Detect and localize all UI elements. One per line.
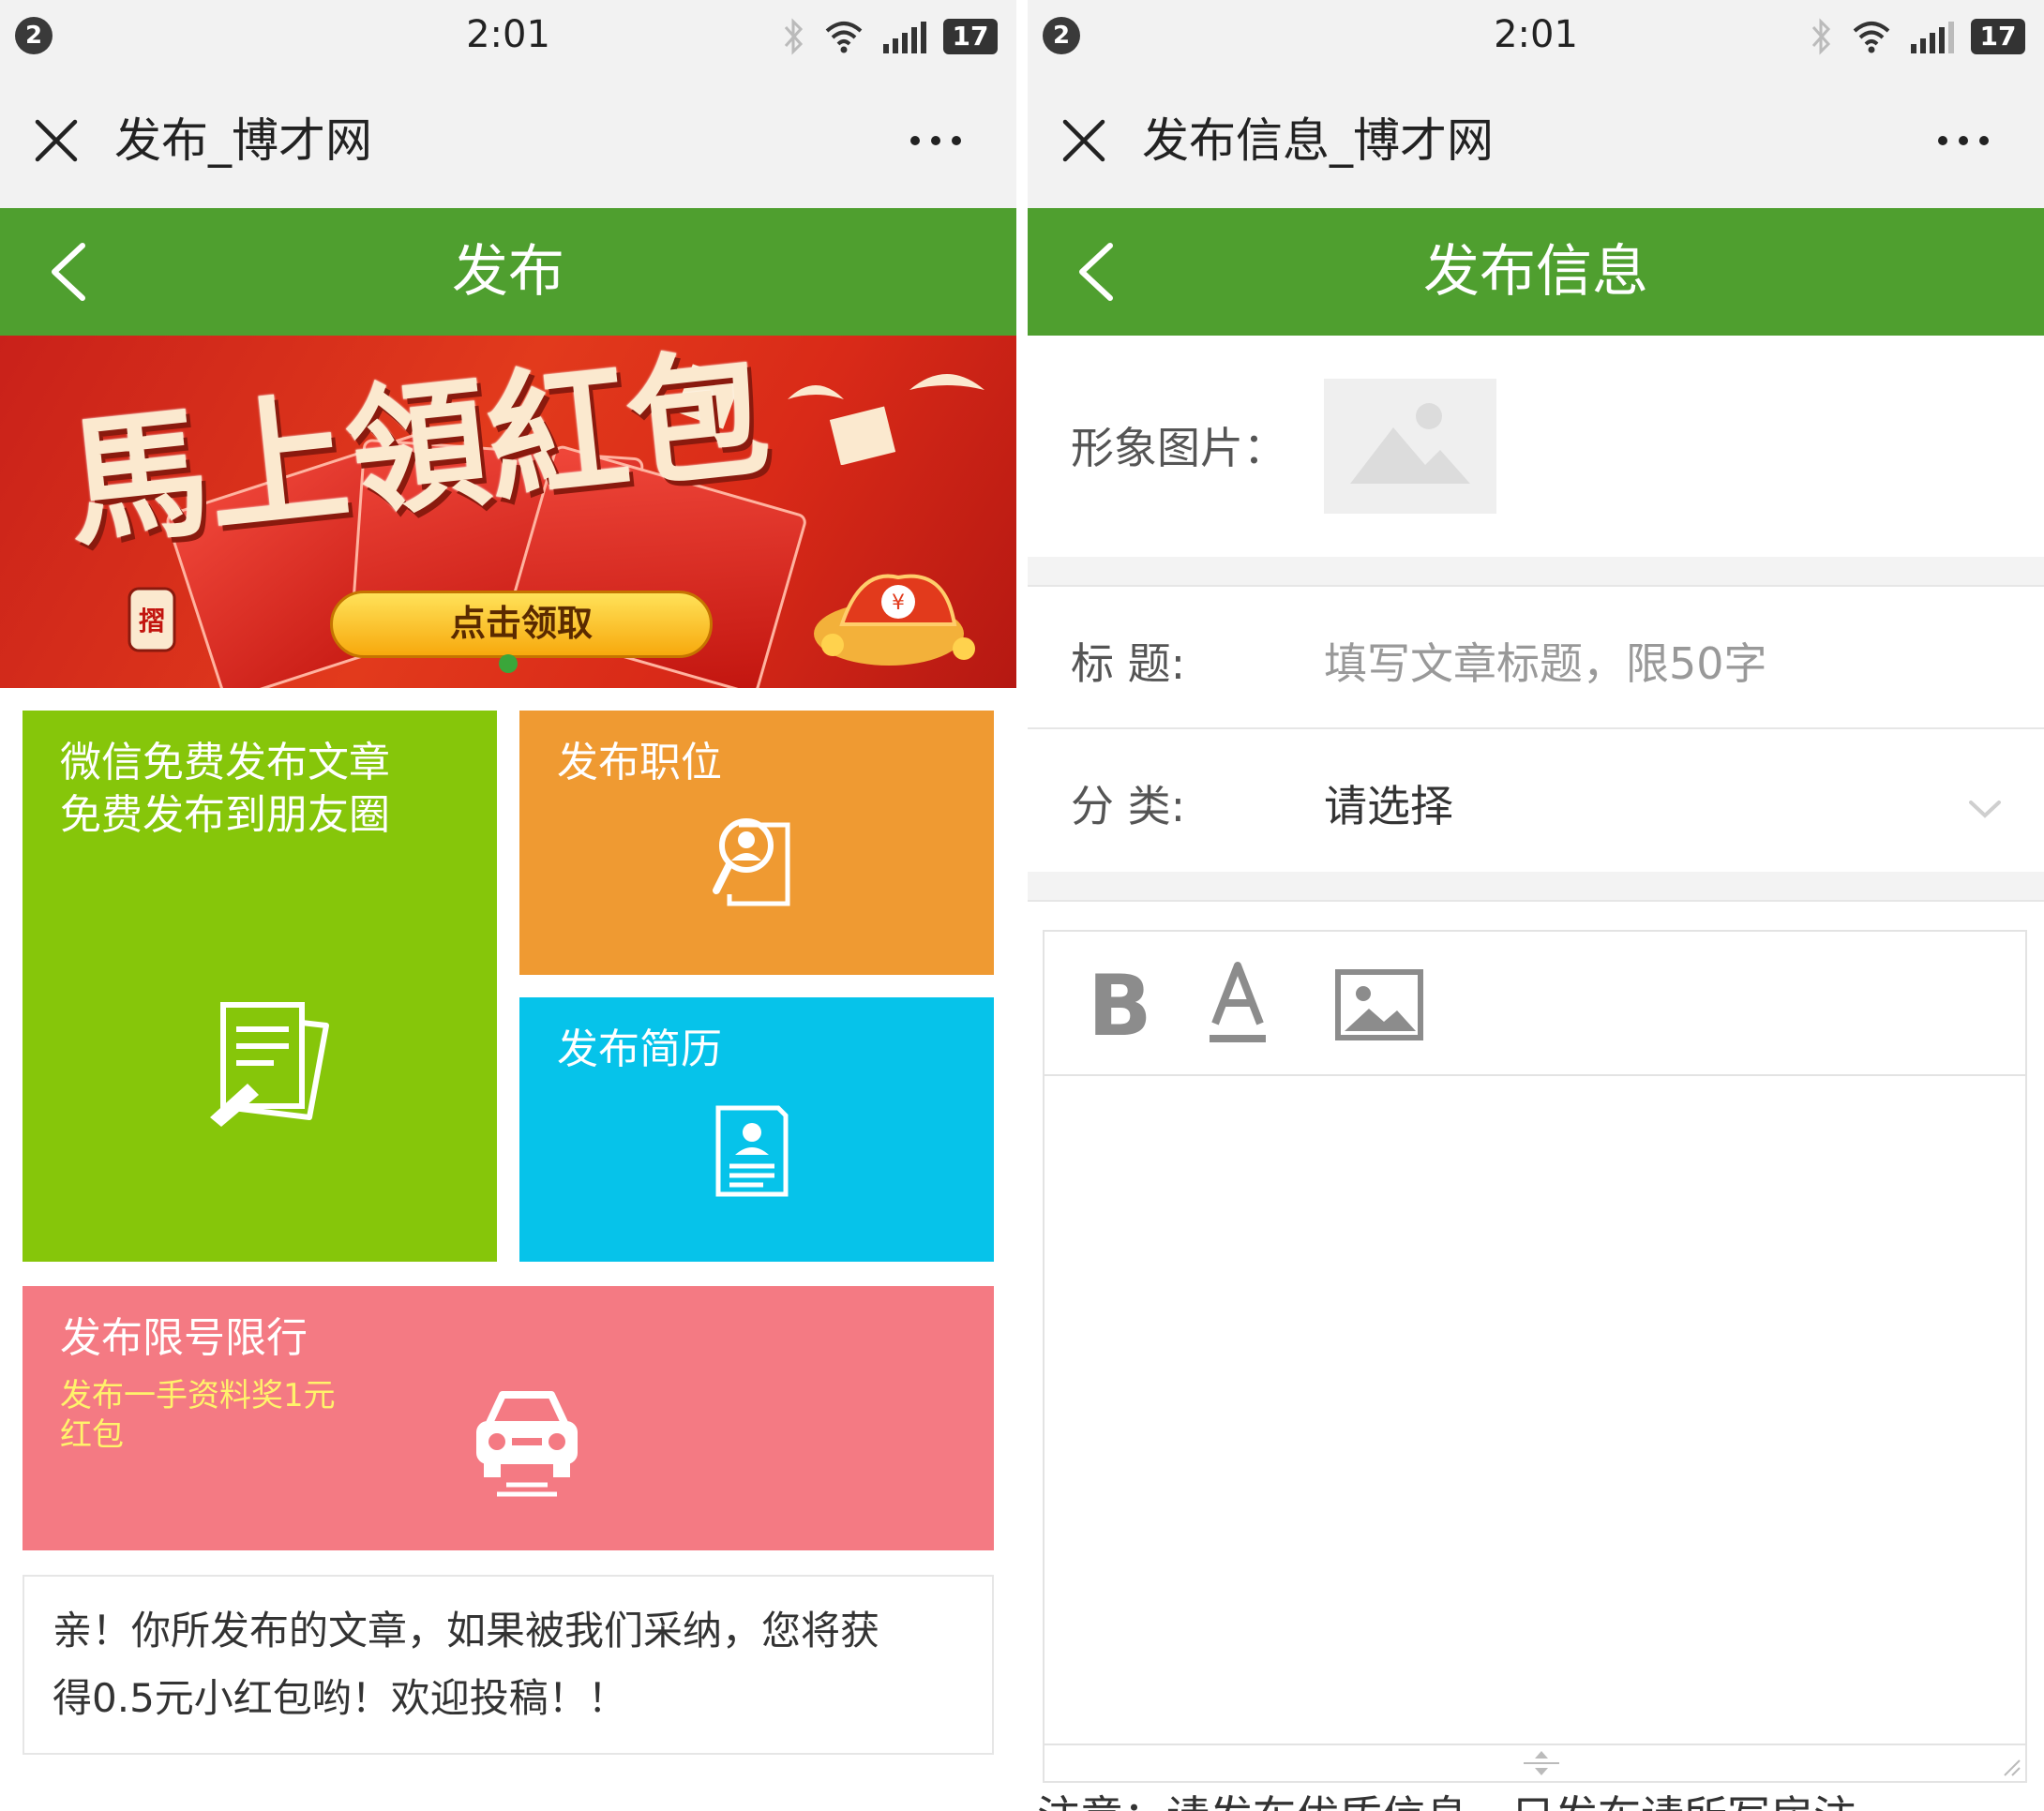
- resize-icon[interactable]: [1520, 1749, 1563, 1777]
- tile-title: 微信免费发布文章 免费发布到朋友圈: [60, 737, 390, 842]
- wechat-title-bar: 发布_博才网: [0, 73, 1016, 208]
- tile-subtitle-line: 发布一手资料奖1元: [60, 1377, 336, 1414]
- image-upload[interactable]: [1324, 379, 1496, 514]
- section-gap: [1028, 872, 2044, 902]
- claim-button[interactable]: 点击领取: [330, 591, 713, 658]
- category-select[interactable]: 请选择: [1324, 772, 1453, 834]
- image-placeholder-icon: [1350, 403, 1470, 484]
- wifi-icon: [1853, 22, 1890, 53]
- bluetooth-icon: [1811, 18, 1831, 55]
- page-title: 发布信息: [1423, 239, 1648, 305]
- editor-content-area[interactable]: [1045, 1076, 2025, 1732]
- more-icon[interactable]: [1935, 120, 1991, 161]
- signal-icon: [1911, 22, 1954, 53]
- bottom-notice-cut: 注意：请发布优质信息，只发布请所写房注: [1028, 1781, 2044, 1811]
- car-icon: [476, 1391, 578, 1497]
- tile-post-resume[interactable]: 发布简历: [519, 997, 994, 1262]
- title-input[interactable]: 填写文章标题，限50字: [1324, 630, 1767, 692]
- wechat-page-title: 发布_博才网: [114, 113, 372, 168]
- tile-subtitle: 发布一手资料奖1元 红包: [60, 1376, 336, 1455]
- editor-footer: [1045, 1744, 2025, 1781]
- article-edit-icon: [210, 1002, 329, 1127]
- more-icon[interactable]: [908, 120, 964, 161]
- font-color-icon[interactable]: [1208, 956, 1268, 1050]
- lantern-glyph: 摺: [139, 606, 165, 636]
- bottom-notice-text: 注意：请发布优质信息，只发布请所写房注: [1037, 1789, 1856, 1811]
- status-bar: 2 2:01 17: [1028, 0, 2044, 73]
- wechat-page-title: 发布信息_博才网: [1142, 113, 1494, 168]
- status-icons: 17: [1810, 17, 2025, 56]
- tile-post-job[interactable]: 发布职位: [519, 711, 994, 975]
- title-row: 标 题: 填写文章标题，限50字: [1028, 587, 2044, 729]
- notice-line: 亲！你所发布的文章，如果被我们采纳，您将获: [53, 1608, 880, 1654]
- status-icons: 17: [782, 17, 998, 56]
- job-search-icon: [713, 818, 790, 906]
- tile-wechat-article[interactable]: 微信免费发布文章 免费发布到朋友圈: [23, 711, 497, 1262]
- tile-title: 发布简历: [557, 1025, 722, 1073]
- corner-grip-icon[interactable]: [2001, 1757, 2021, 1777]
- wifi-icon: [825, 22, 863, 53]
- bluetooth-icon: [784, 18, 804, 55]
- image-label: 形象图片：: [1071, 423, 1286, 473]
- category-row: 分 类: 请选择: [1028, 729, 2044, 872]
- yen-mark: ¥: [892, 591, 905, 615]
- money-bag-icon: ¥: [814, 574, 975, 666]
- chevron-down-icon[interactable]: [1967, 797, 2003, 821]
- section-gap: [1028, 557, 2044, 587]
- editor-toolbar: B: [1045, 932, 2025, 1076]
- contribution-notice: 亲！你所发布的文章，如果被我们采纳，您将获 得0.5元小红包哟！欢迎投稿！！: [23, 1575, 994, 1755]
- tile-title-line: 微信免费发布文章: [60, 739, 390, 786]
- notice-line: 得0.5元小红包哟！欢迎投稿！！: [53, 1675, 627, 1721]
- tile-title: 发布职位: [557, 739, 722, 786]
- bold-icon[interactable]: B: [1088, 960, 1152, 1054]
- right-screen: 2 2:01 17 发布信息_博才网 发布信息 形象图片： 标 题: 填写文章标…: [1028, 0, 2044, 1811]
- resume-icon: [715, 1105, 789, 1197]
- page-header: 发布信息: [1028, 208, 2044, 336]
- insert-image-icon[interactable]: [1335, 969, 1423, 1040]
- category-label: 分 类:: [1071, 781, 1186, 831]
- screen-divider: [1016, 0, 1028, 1811]
- status-bar: 2 2:01 17: [0, 0, 1016, 73]
- lantern-icon: 摺: [128, 587, 176, 652]
- battery-icon: 17: [1971, 19, 2025, 54]
- carousel-indicator[interactable]: [499, 654, 518, 673]
- tile-title: 发布限号限行: [60, 1314, 308, 1362]
- close-icon[interactable]: [32, 116, 81, 165]
- rich-text-editor: B: [1043, 930, 2027, 1783]
- page-title: 发布: [452, 239, 564, 305]
- image-row: 形象图片：: [1028, 336, 2044, 557]
- page-header: 发布: [0, 208, 1016, 336]
- close-icon[interactable]: [1060, 116, 1108, 165]
- tile-post-traffic-restriction[interactable]: 发布限号限行 发布一手资料奖1元 红包: [23, 1286, 994, 1550]
- tile-title-line: 免费发布到朋友圈: [60, 791, 390, 839]
- signal-icon: [883, 22, 926, 53]
- wechat-title-bar: 发布信息_博才网: [1028, 73, 2044, 208]
- battery-icon: 17: [943, 19, 998, 54]
- tile-subtitle-line: 红包: [60, 1416, 124, 1454]
- left-screen: 2 2:01 17 发布_博才网 发布 ¥ 馬上領紅包 摺 点击领取 微信免费发…: [0, 0, 1016, 1811]
- promo-banner[interactable]: ¥ 馬上領紅包 摺 点击领取: [0, 336, 1016, 688]
- title-label: 标 题:: [1071, 638, 1186, 689]
